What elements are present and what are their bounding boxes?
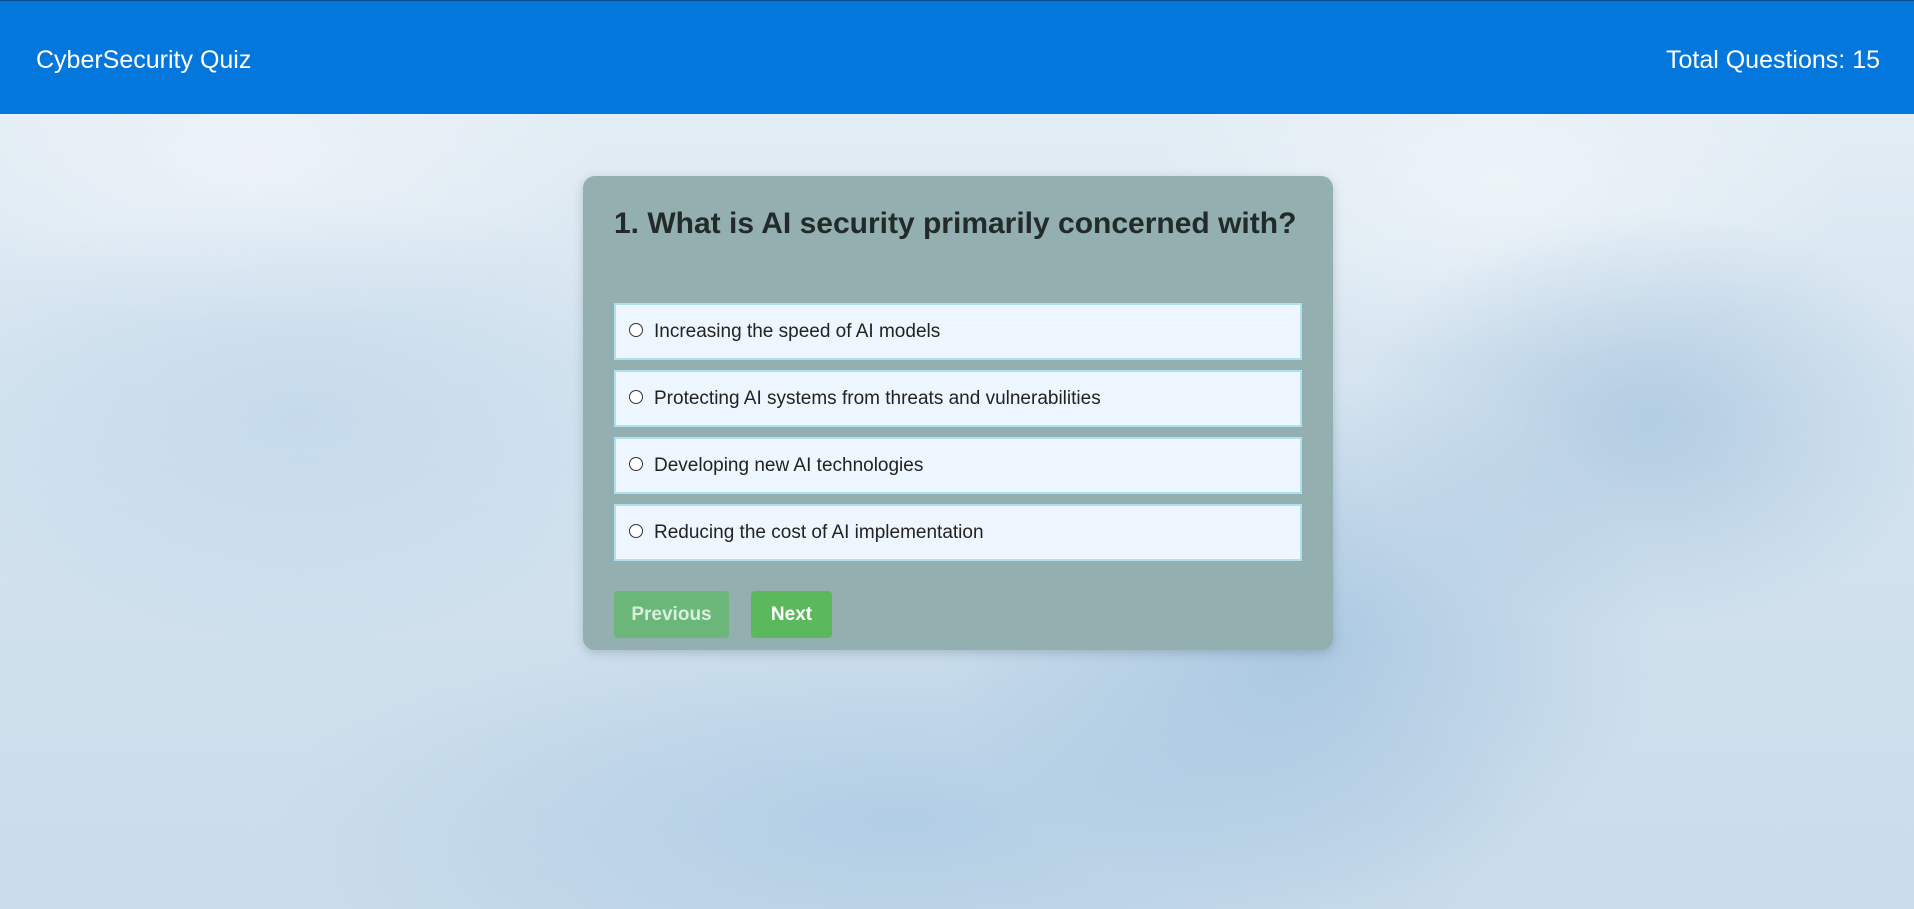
radio-button[interactable] — [629, 390, 643, 404]
total-questions-count: Total Questions: 15 — [1665, 46, 1880, 74]
answer-option-label: Developing new AI technologies — [654, 455, 924, 476]
top-navbar: CyberSecurity Quiz Total Questions: 15 — [0, 0, 1914, 114]
answer-option[interactable]: Reducing the cost of AI implementation — [614, 504, 1302, 561]
answer-option-label: Increasing the speed of AI models — [654, 321, 941, 342]
answer-option[interactable]: Protecting AI systems from threats and v… — [614, 370, 1302, 427]
next-button[interactable]: Next — [751, 591, 832, 638]
previous-button[interactable]: Previous — [614, 591, 729, 638]
quiz-card: 1. What is AI security primarily concern… — [583, 176, 1333, 650]
app-title[interactable]: CyberSecurity Quiz — [36, 45, 251, 75]
answer-option-label: Reducing the cost of AI implementation — [654, 522, 984, 543]
answer-option-label: Protecting AI systems from threats and v… — [654, 388, 1101, 409]
radio-button[interactable] — [629, 524, 643, 538]
radio-button[interactable] — [629, 323, 643, 337]
question-text: 1. What is AI security primarily concern… — [614, 207, 1297, 240]
answer-options: Increasing the speed of AI models Protec… — [614, 303, 1302, 571]
answer-option[interactable]: Increasing the speed of AI models — [614, 303, 1302, 360]
radio-button[interactable] — [629, 457, 643, 471]
answer-option[interactable]: Developing new AI technologies — [614, 437, 1302, 494]
